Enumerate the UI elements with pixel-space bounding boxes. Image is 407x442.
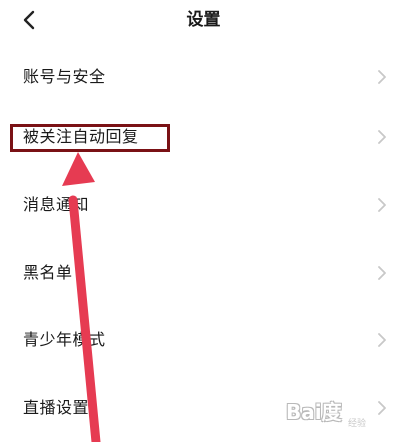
watermark: Bai度 经验 [286,392,398,429]
watermark-logo: Bai度 [286,400,342,424]
pointer-arrow [62,152,101,442]
watermark-subtext: 经验 [348,419,367,429]
